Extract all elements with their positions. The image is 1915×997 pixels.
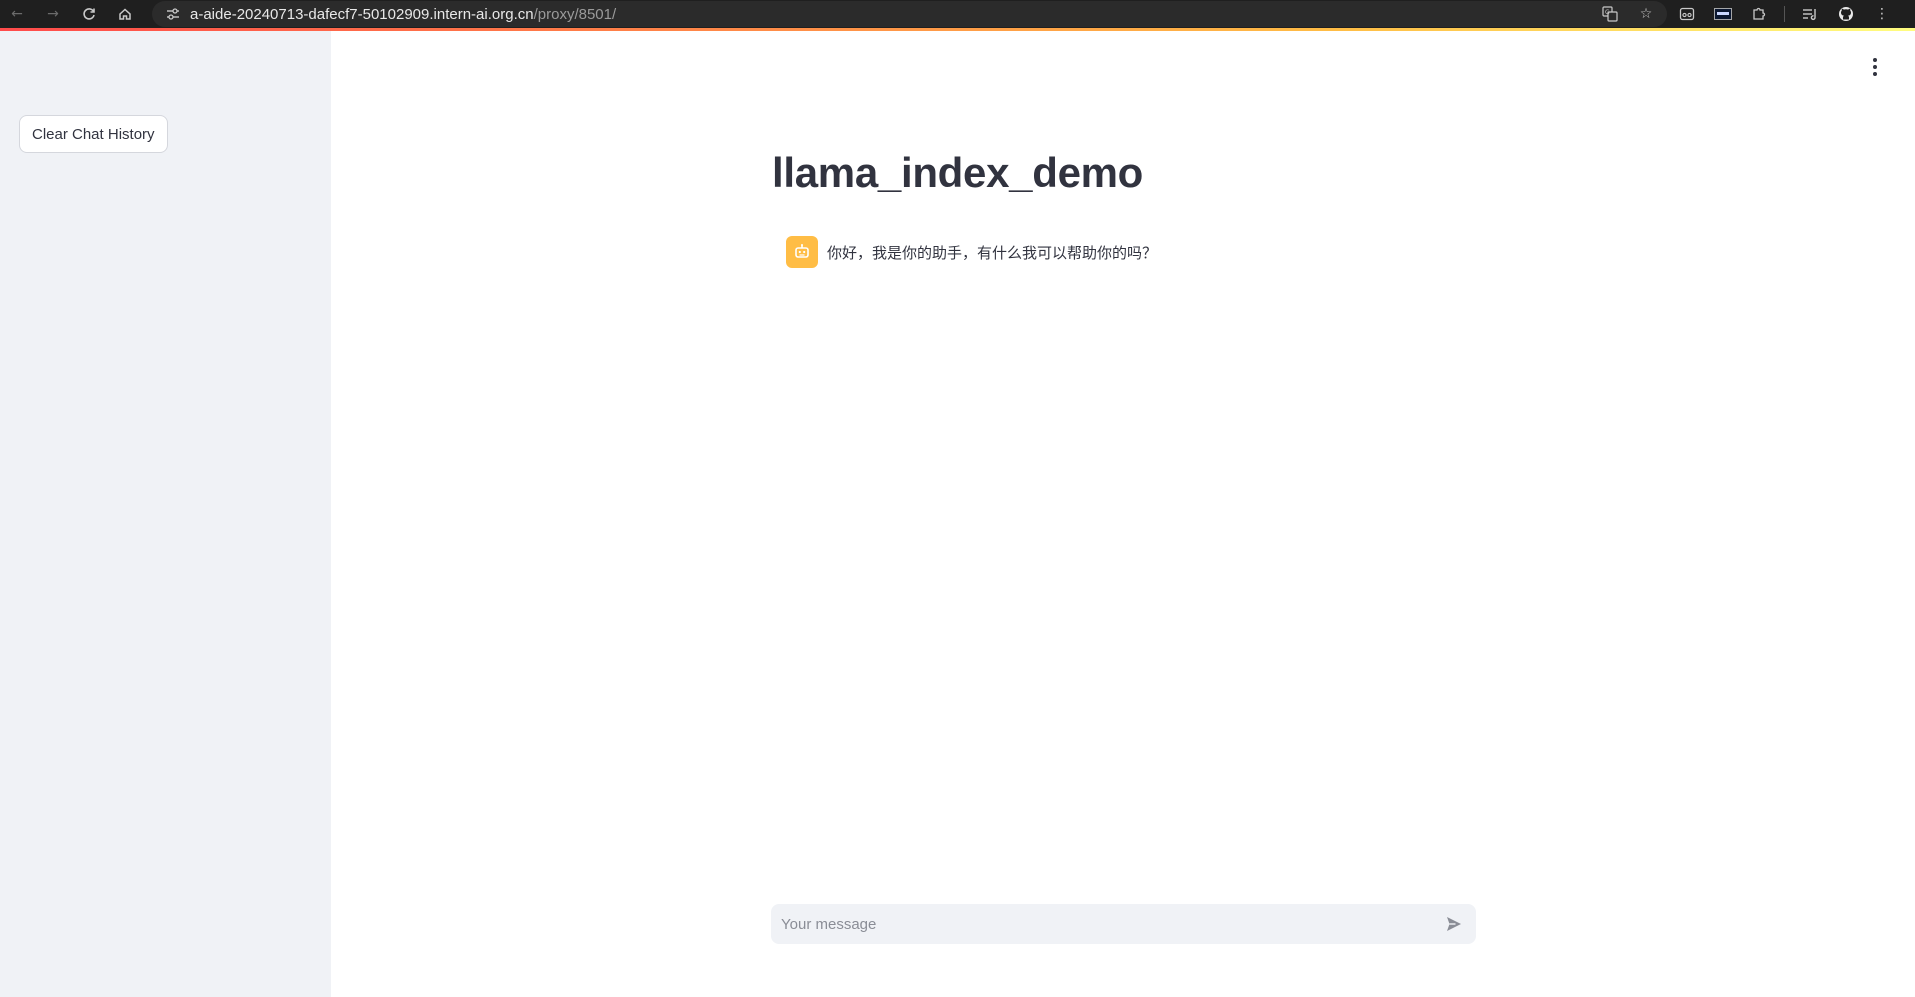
send-icon[interactable] [1436,906,1472,942]
forward-icon[interactable]: → [42,3,64,25]
url-host: a-aide-20240713-dafecf7-50102909.intern-… [190,5,534,23]
extensions-puzzle-icon[interactable] [1748,3,1770,25]
extension-icon[interactable] [1712,3,1734,25]
reload-icon[interactable] [78,3,100,25]
chat-message-text: 你好，我是你的助手，有什么我可以帮助你的吗？ [827,243,1158,262]
toolbar-separator [1784,6,1785,22]
menu-icon[interactable]: ⋮ [1871,3,1893,25]
chat-message-assistant: 你好，我是你的助手，有什么我可以帮助你的吗？ [786,236,1157,268]
back-icon[interactable]: ← [6,3,28,25]
chat-input[interactable] [771,904,1436,944]
reading-list-icon[interactable] [1799,3,1821,25]
home-icon[interactable] [114,3,136,25]
address-bar[interactable]: a-aide-20240713-dafecf7-50102909.intern-… [152,1,1667,27]
robot-icon [786,236,818,268]
site-info-icon[interactable] [158,3,188,25]
main-menu-icon[interactable] [1865,55,1885,79]
browser-toolbar: ← → a-aide-20240713-dafecf7-50102909.int… [0,0,1915,28]
url-path: /proxy/8501/ [533,5,617,23]
svg-text:G: G [1605,9,1610,16]
bookmark-star-icon[interactable]: ☆ [1635,3,1657,25]
translate-icon[interactable]: G [1599,3,1621,25]
sidebar: Clear Chat History [0,31,331,997]
extension-icon[interactable] [1676,3,1698,25]
url-text: a-aide-20240713-dafecf7-50102909.intern-… [190,6,616,23]
main-content: llama_index_demo 你好，我是你的助手，有什么我可以帮助你的吗？ [331,31,1915,997]
chat-input-container [771,904,1476,944]
github-icon[interactable] [1835,3,1857,25]
page-title: llama_index_demo [772,149,1144,196]
clear-chat-history-button[interactable]: Clear Chat History [19,115,168,153]
